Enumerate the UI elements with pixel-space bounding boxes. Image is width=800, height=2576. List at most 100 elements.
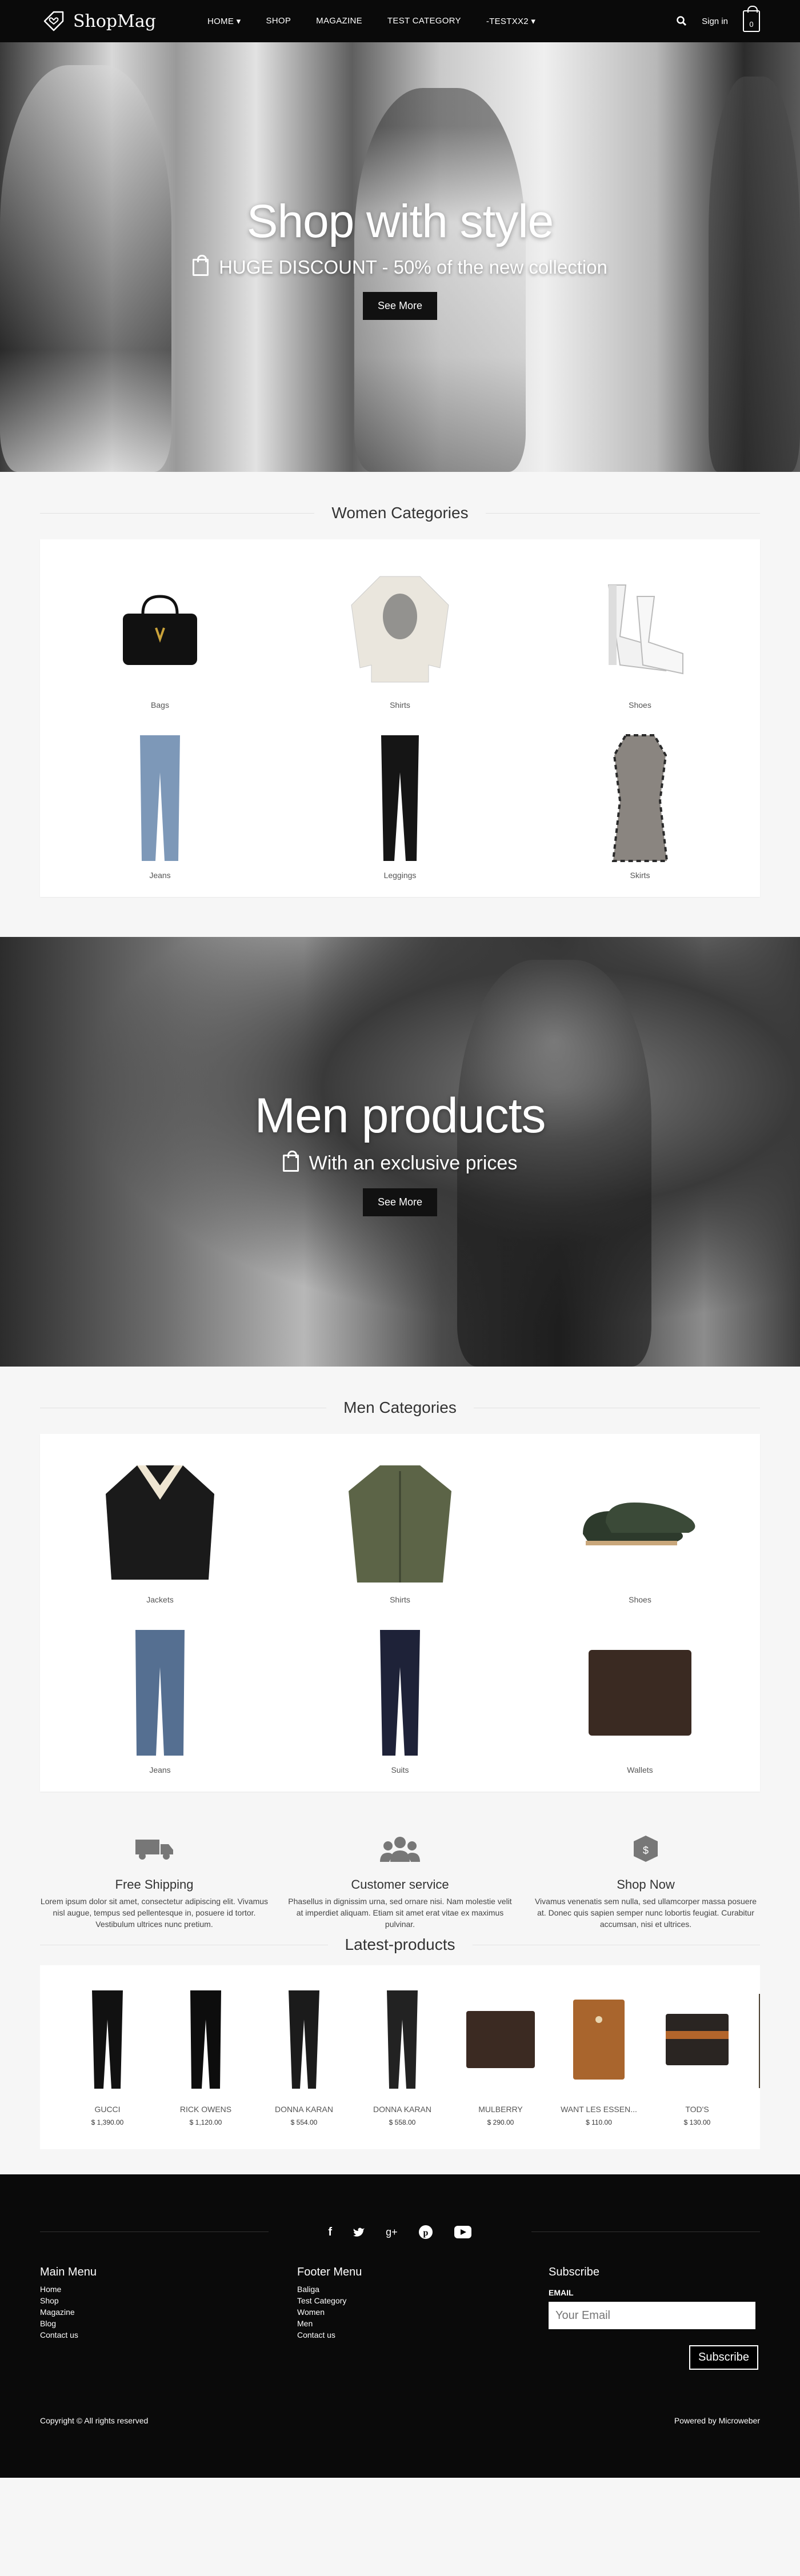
feature-text: Lorem ipsum dolor sit amet, consectetur … xyxy=(40,1897,269,1929)
latest-products-heading: Latest-products xyxy=(40,1936,760,1954)
menu-testxx2[interactable]: -TESTXX2 ▾ xyxy=(486,16,535,26)
model-figure-image xyxy=(709,77,800,472)
email-label: EMAIL xyxy=(549,2288,574,2297)
product-card[interactable]: WANT LES ESSEN... $ 110.00 xyxy=(560,1982,638,2126)
category-label: Leggings xyxy=(383,871,417,880)
hero-banner-men: Men products With an exclusive prices Se… xyxy=(0,937,800,1367)
top-navbar: ShopMag HOME ▾ SHOP MAGAZINE TEST CATEGO… xyxy=(0,0,800,42)
google-plus-icon[interactable]: g+ xyxy=(386,2226,398,2238)
category-skirts[interactable]: Skirts xyxy=(520,732,760,880)
youtube-icon[interactable] xyxy=(454,2225,472,2239)
svg-text:p: p xyxy=(423,2228,428,2238)
product-card[interactable]: GUCCI $ 1,390.00 xyxy=(69,1982,146,2126)
model-figure-image xyxy=(354,88,526,472)
section-title: Women Categories xyxy=(331,504,469,522)
men-categories-heading: Men Categories xyxy=(40,1399,760,1417)
footer-subscribe: Subscribe EMAIL Subscribe xyxy=(549,2266,760,2370)
product-card[interactable]: DONNA KARAN $ 554.00 xyxy=(265,1982,343,2126)
menu-test-category[interactable]: TEST CATEGORY xyxy=(387,16,461,26)
product-card[interactable]: DONNA KARAN $ 558.00 xyxy=(363,1982,441,2126)
product-image xyxy=(462,1982,539,2097)
twitter-icon[interactable] xyxy=(353,2227,365,2237)
category-shoes[interactable]: Shoes xyxy=(520,1457,760,1604)
category-shirts[interactable]: Shirts xyxy=(280,1457,520,1604)
leggings-image xyxy=(334,732,466,864)
footer-main-menu: Main Menu Home Shop Magazine Blog Contac… xyxy=(40,2266,297,2370)
footer-link[interactable]: Shop xyxy=(40,2295,297,2306)
menu-magazine[interactable]: MAGAZINE xyxy=(316,16,362,26)
menu-home[interactable]: HOME ▾ xyxy=(207,16,241,26)
men-categories-panel: Jackets Shirts Shoes Jeans Suits Wallets xyxy=(40,1434,760,1792)
footer-link[interactable]: Baliga xyxy=(297,2283,549,2295)
footer-heading: Main Menu xyxy=(40,2266,97,2278)
feature-text: Phasellus in dignissim urna, sed ornare … xyxy=(288,1897,512,1929)
shoes-image xyxy=(574,1457,706,1588)
footer-link[interactable]: Blog xyxy=(40,2318,297,2329)
cart-icon[interactable]: 0 xyxy=(743,6,760,32)
section-title: Latest-products xyxy=(345,1936,455,1953)
logo[interactable]: ShopMag xyxy=(40,7,156,35)
latest-products-carousel: GUCCI $ 1,390.00 RICK OWENS $ 1,120.00 D… xyxy=(40,1965,760,2149)
footer-link[interactable]: Magazine xyxy=(40,2306,297,2318)
category-jackets[interactable]: Jackets xyxy=(40,1457,280,1604)
category-suits[interactable]: Suits xyxy=(280,1627,520,1774)
women-categories-panel: Bags Shirts Shoes Jeans Leggings Skirts xyxy=(40,539,760,897)
menu-shop[interactable]: SHOP xyxy=(266,16,291,26)
category-label: Shoes xyxy=(629,700,651,710)
product-card[interactable]: RICK OWENS $ 1,120.00 xyxy=(167,1982,245,2126)
hero-subtitle: With an exclusive prices xyxy=(282,1151,517,1175)
see-more-button[interactable]: See More xyxy=(362,1188,438,1216)
footer-link[interactable]: Contact us xyxy=(297,2329,549,2341)
sweater-image xyxy=(334,562,466,694)
product-brand: WANT LES ESSEN... xyxy=(561,2105,637,2114)
category-leggings[interactable]: Leggings xyxy=(280,732,520,880)
product-card[interactable]: TOD'S $ 130.00 xyxy=(658,1982,736,2126)
category-bags[interactable]: Bags xyxy=(40,562,280,710)
powered-by-link[interactable]: Powered by Microweber xyxy=(674,2416,760,2425)
feature-shop-now: $ Shop Now Vivamus venenatis sem nulla, … xyxy=(531,1832,760,1930)
subscribe-button[interactable]: Subscribe xyxy=(689,2345,758,2370)
category-label: Skirts xyxy=(630,871,650,880)
footer-link[interactable]: Home xyxy=(40,2283,297,2295)
signin-link[interactable]: Sign in xyxy=(702,17,728,26)
feature-title: Customer service xyxy=(351,1877,449,1892)
category-shirts[interactable]: Shirts xyxy=(280,562,520,710)
footer-link[interactable]: Contact us xyxy=(40,2329,297,2341)
category-wallets[interactable]: Wallets xyxy=(520,1627,760,1774)
category-label: Shirts xyxy=(390,700,410,710)
footer: f g+ p Main Menu Home Shop Magazine Blog… xyxy=(0,2174,800,2478)
wallet-image xyxy=(574,1627,706,1758)
email-input[interactable] xyxy=(549,2302,755,2329)
pinterest-icon[interactable]: p xyxy=(418,2225,433,2240)
feature-text: Vivamus venenatis sem nulla, sed ullamco… xyxy=(534,1897,757,1929)
product-card[interactable]: SA xyxy=(757,1982,760,2126)
footer-link[interactable]: Men xyxy=(297,2318,549,2329)
footer-link[interactable]: Women xyxy=(297,2306,549,2318)
category-label: Shirts xyxy=(390,1595,410,1604)
truck-icon xyxy=(135,1840,173,1860)
category-label: Jeans xyxy=(149,871,171,880)
category-jeans[interactable]: Jeans xyxy=(40,732,280,880)
feature-customer-service: Customer service Phasellus in dignissim … xyxy=(286,1832,514,1930)
shopping-bag-icon xyxy=(193,254,209,276)
see-more-button[interactable]: See More xyxy=(362,291,438,320)
category-shoes[interactable]: Shoes xyxy=(520,562,760,710)
product-image xyxy=(265,1982,343,2097)
jeans-image xyxy=(94,732,226,864)
shopping-bag-icon xyxy=(282,1151,299,1172)
trousers-image xyxy=(334,1627,466,1758)
dress-image xyxy=(574,732,706,864)
box-icon: $ xyxy=(634,1836,658,1862)
nav-right: Sign in 0 xyxy=(677,6,760,32)
category-jeans[interactable]: Jeans xyxy=(40,1627,280,1774)
product-card[interactable]: MULBERRY $ 290.00 xyxy=(462,1982,539,2126)
product-image xyxy=(560,1982,638,2097)
footer-link[interactable]: Test Category xyxy=(297,2295,549,2306)
users-icon xyxy=(380,1837,420,1862)
product-price: $ 554.00 xyxy=(290,2118,318,2126)
facebook-icon[interactable]: f xyxy=(328,2226,332,2239)
search-icon[interactable] xyxy=(677,16,687,26)
product-image xyxy=(658,1982,736,2097)
sandals-image xyxy=(574,562,706,694)
product-image xyxy=(69,1982,146,2097)
